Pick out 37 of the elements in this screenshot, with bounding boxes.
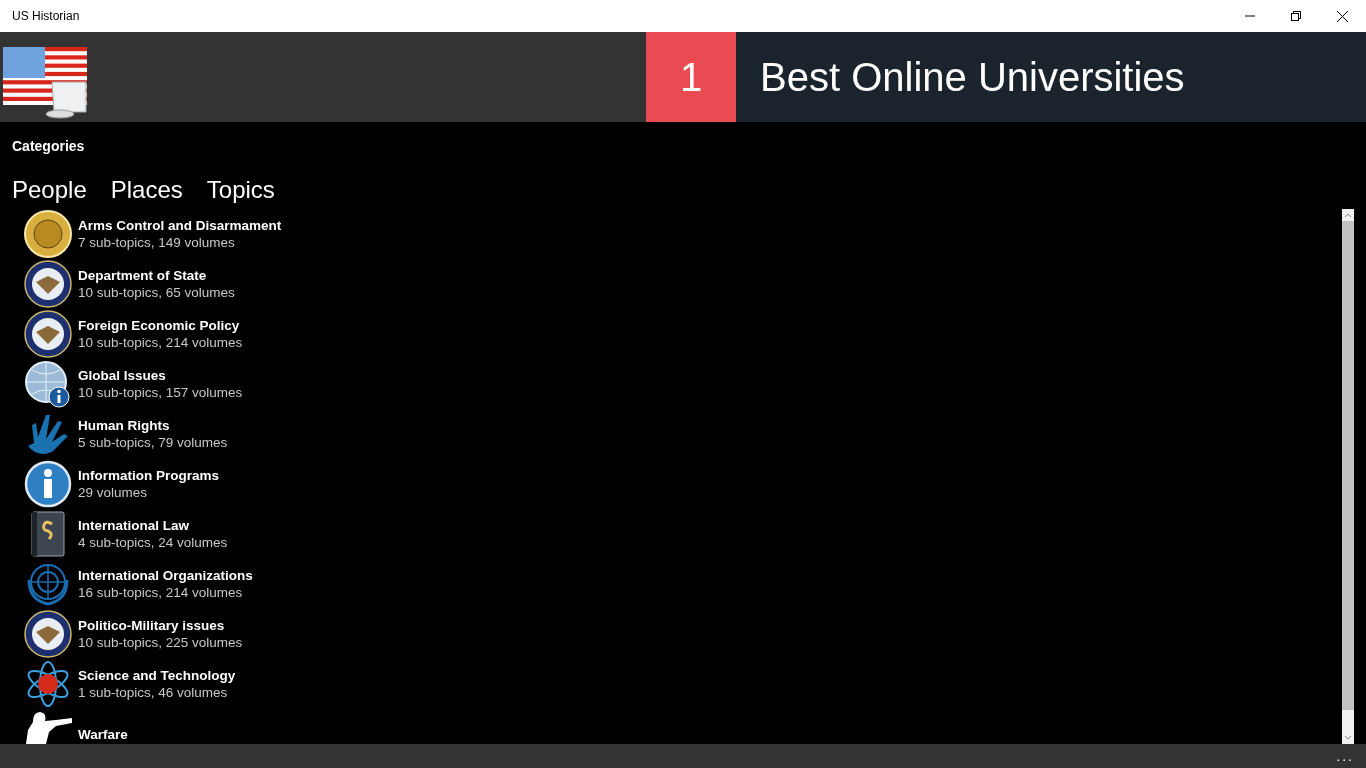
seal-icon xyxy=(24,210,72,258)
topic-title[interactable]: Arms Control and Disarmament xyxy=(78,218,282,233)
topic-title[interactable]: Department of State xyxy=(78,268,235,283)
ad-banner[interactable]: Best Online Universities xyxy=(736,32,1185,122)
topic-title[interactable]: Foreign Economic Policy xyxy=(78,318,243,333)
tab[interactable]: Places xyxy=(110,174,183,206)
topic-title[interactable]: Politico-Military issues xyxy=(78,618,243,633)
restore-icon[interactable] xyxy=(1291,11,1301,21)
topic-count: 5 sub-topics, 79 volumes xyxy=(78,435,228,450)
topic-count: 4 sub-topics, 24 volumes xyxy=(78,535,228,550)
topic-count: 10 sub-topics, 225 volumes xyxy=(78,635,243,650)
seal-icon xyxy=(24,310,72,358)
topic-count: 10 sub-topics, 214 volumes xyxy=(78,335,243,350)
topic-title[interactable]: Information Programs xyxy=(78,468,220,483)
topic-count: 7 sub-topics, 149 volumes xyxy=(78,235,236,250)
tab[interactable]: People xyxy=(12,174,87,206)
topic-title[interactable]: Science and Technology xyxy=(78,668,236,683)
seal-icon xyxy=(24,260,72,308)
topic-title[interactable]: Human Rights xyxy=(78,418,228,433)
topic-count: 10 sub-topics, 157 volumes xyxy=(78,385,243,400)
topic-count: 29 volumes xyxy=(78,485,149,500)
tab[interactable]: Topics xyxy=(206,174,275,206)
topic-title[interactable]: International Organizations xyxy=(78,568,253,583)
ad-rank[interactable]: 1 xyxy=(646,32,736,122)
window-title: US Historian xyxy=(11,9,80,23)
topic-count: 1 sub-topics, 46 volumes xyxy=(78,685,229,700)
topic-count: 16 sub-topics, 214 volumes xyxy=(78,585,244,600)
topic-title[interactable]: International Law xyxy=(78,518,228,533)
seal-icon xyxy=(24,610,72,658)
topic-count: 10 sub-topics, 65 volumes xyxy=(78,285,235,300)
close-icon[interactable] xyxy=(1337,10,1348,22)
topic-title[interactable]: Warfare xyxy=(78,726,128,742)
soldier-icon xyxy=(24,710,72,744)
more-button[interactable]: ... xyxy=(1324,744,1366,768)
section-title: Categories xyxy=(11,137,86,156)
info-icon xyxy=(24,460,72,508)
topic-title[interactable]: Global Issues xyxy=(78,368,243,383)
